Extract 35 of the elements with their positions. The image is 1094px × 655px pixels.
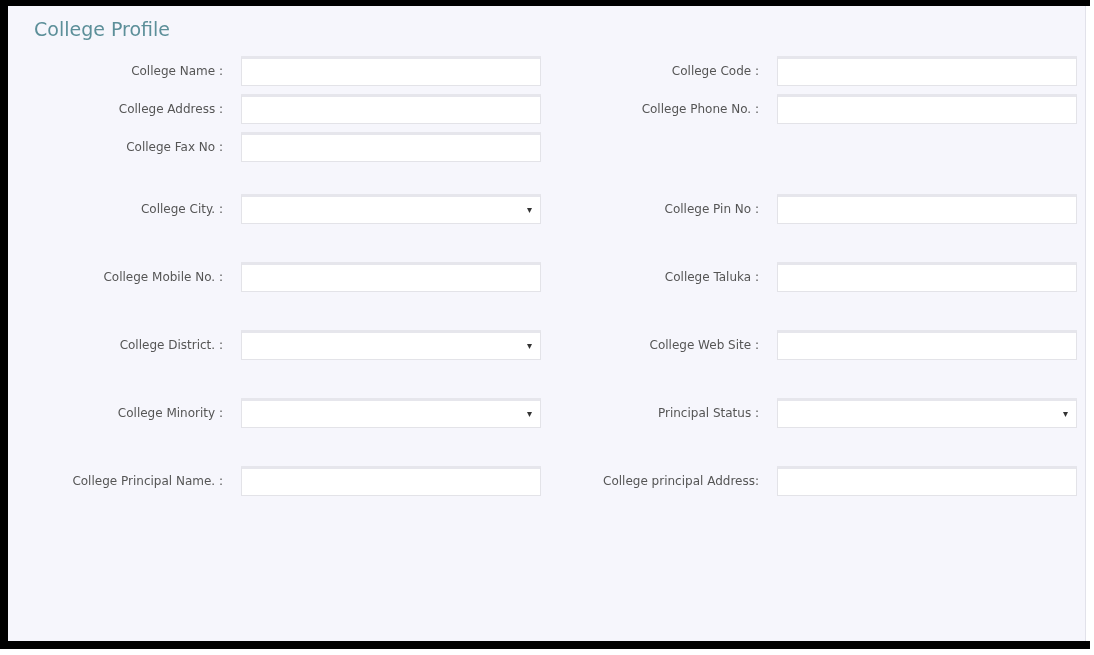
field-label: College Fax No : — [125, 139, 223, 156]
dropdown-field[interactable] — [241, 398, 541, 428]
field-label: College Web Site : — [648, 337, 759, 354]
input-field[interactable] — [241, 466, 541, 496]
field-label: College Principal Name. : — [71, 473, 223, 490]
field-label: College City. : — [139, 201, 223, 218]
input-field[interactable] — [777, 330, 1077, 360]
field-label: College Phone No. : — [640, 101, 759, 118]
input-field[interactable] — [777, 466, 1077, 496]
input-field[interactable] — [241, 262, 541, 292]
field-label: College Taluka : — [663, 269, 759, 286]
field-label: College principal Address: — [602, 473, 759, 490]
dropdown-field[interactable] — [777, 398, 1077, 428]
field-label: College Address : — [117, 101, 223, 118]
caret-icon — [1063, 411, 1068, 417]
field-label: Principal Status : — [656, 405, 759, 422]
caret-icon — [527, 207, 532, 213]
field-label: College Pin No : — [663, 201, 759, 218]
caret-icon — [527, 343, 532, 349]
input-field[interactable] — [777, 194, 1077, 224]
dropdown-field[interactable] — [241, 194, 541, 224]
field-label: College Code : — [670, 63, 759, 80]
input-field[interactable] — [777, 94, 1077, 124]
input-field[interactable] — [777, 56, 1077, 86]
input-field[interactable] — [241, 94, 541, 124]
caret-icon — [527, 411, 532, 417]
input-field[interactable] — [241, 132, 541, 162]
input-field[interactable] — [241, 56, 541, 86]
dropdown-field[interactable] — [241, 330, 541, 360]
input-field[interactable] — [777, 262, 1077, 292]
field-label: College District. : — [118, 337, 223, 354]
field-label: College Name : — [130, 63, 223, 80]
field-label: College Minority : — [116, 405, 223, 422]
form-title: College Profile — [34, 17, 171, 42]
field-label: College Mobile No. : — [102, 269, 223, 286]
